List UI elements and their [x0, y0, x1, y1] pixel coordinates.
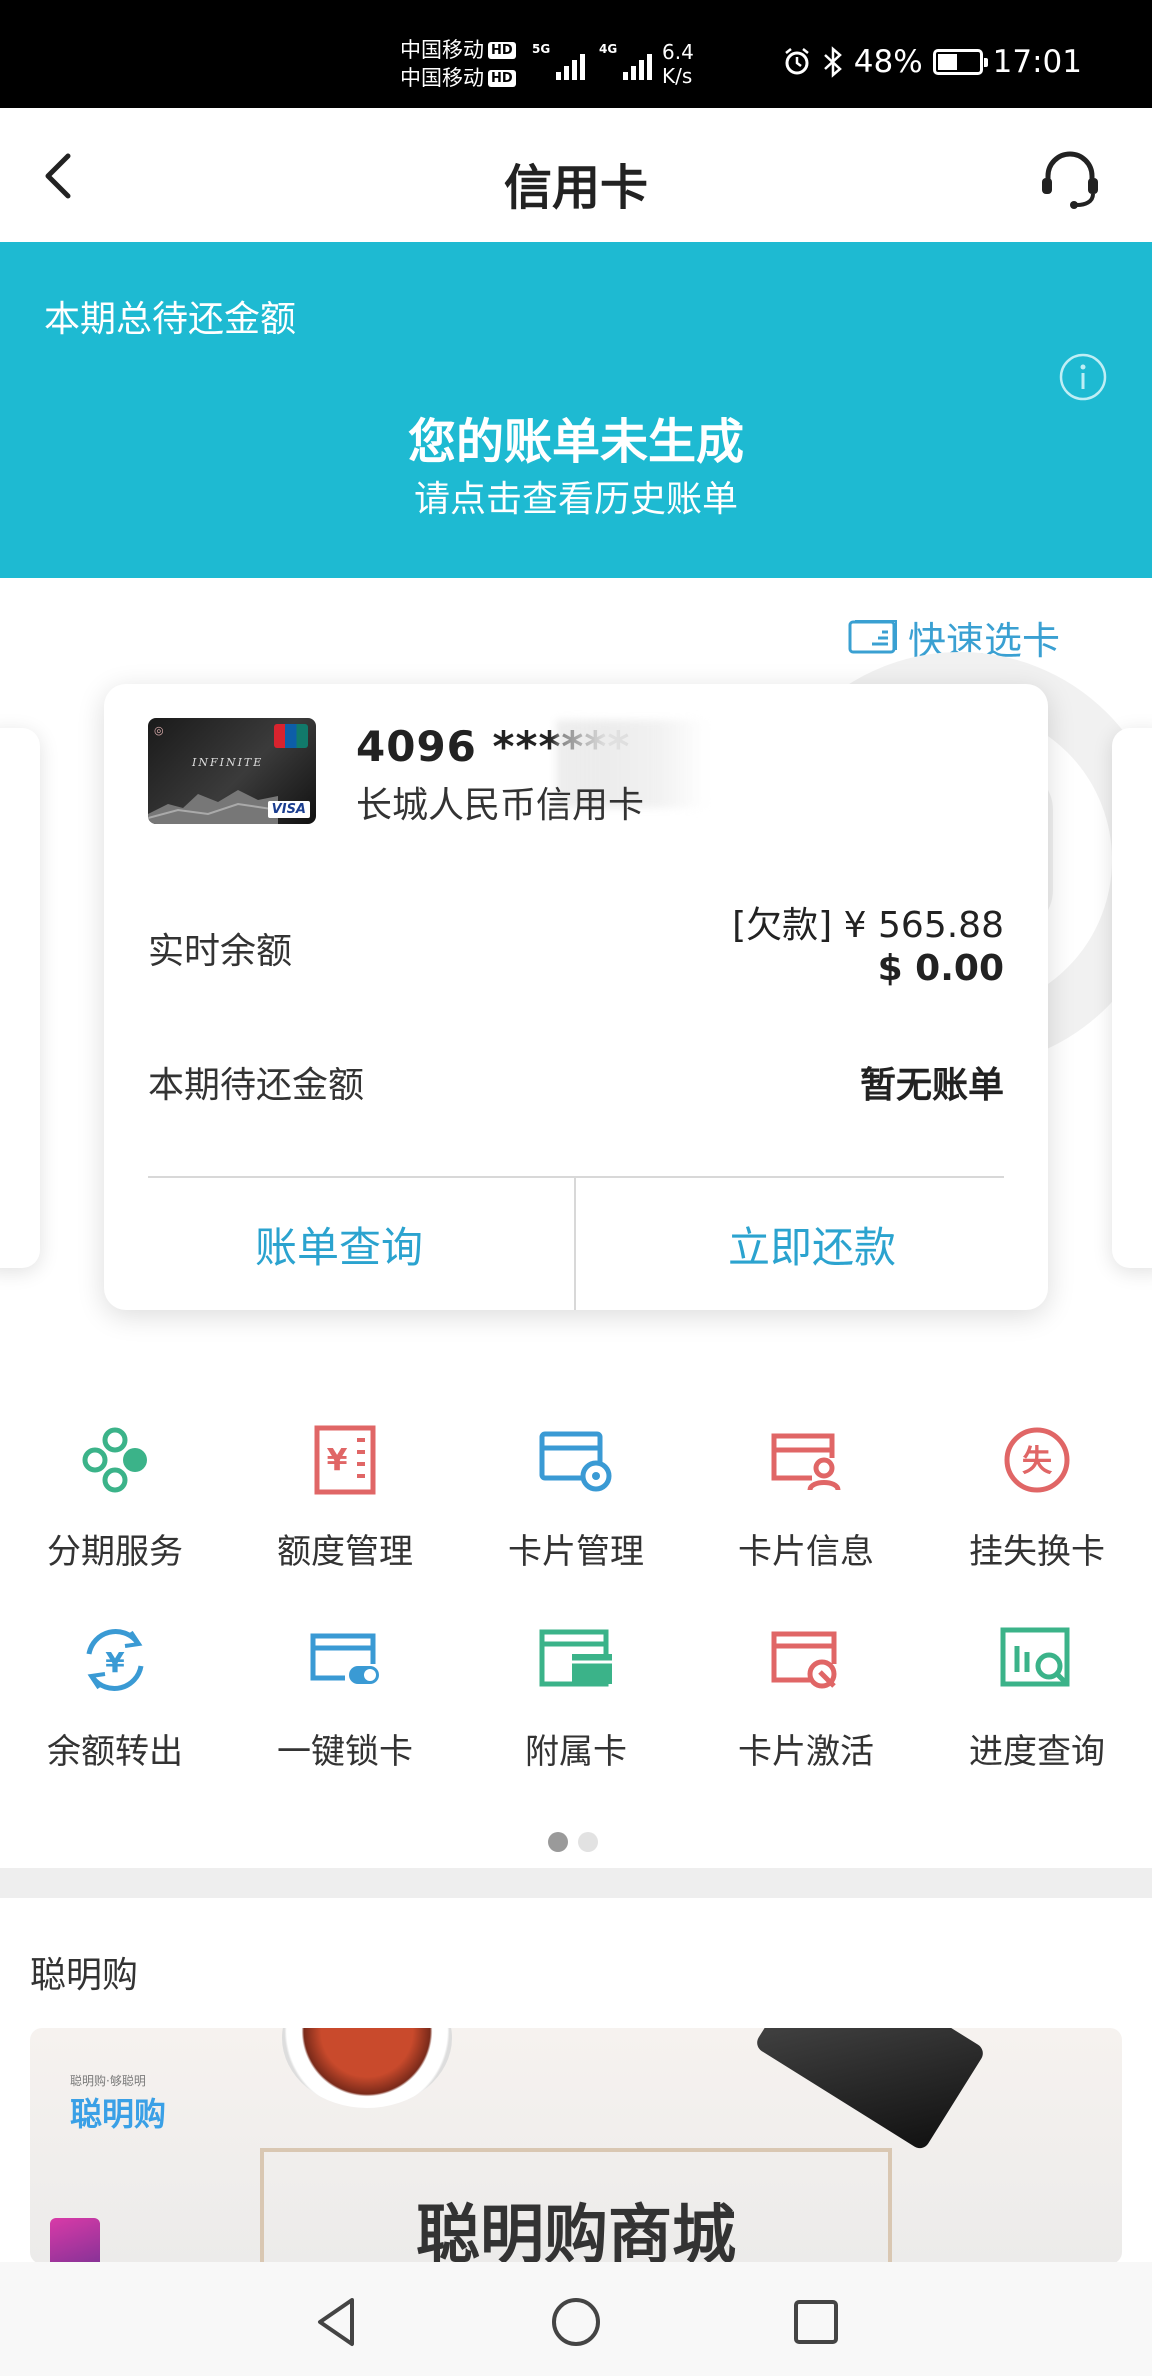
clock: 17:01: [992, 44, 1082, 80]
crawfish-bowl-image: [282, 2028, 452, 2108]
service-card-activation[interactable]: 卡片激活: [691, 1620, 921, 1810]
hd-badge: HD: [488, 41, 516, 59]
card-user-icon: [771, 1433, 841, 1491]
card-tier-text: INFINITE: [192, 756, 264, 769]
bill-status-title: 您的账单未生成: [407, 414, 744, 470]
lost-card-icon: 失: [1004, 1427, 1070, 1493]
svg-text:¥: ¥: [327, 1443, 348, 1478]
promo-logo-tagline: 聪明购·够聪明: [70, 2074, 146, 2088]
nav-back-icon[interactable]: [308, 2292, 368, 2352]
progress-search-icon: [1000, 1627, 1070, 1687]
bank-logo-icon: ◎: [154, 724, 164, 737]
credit-card-panel[interactable]: ◎ INFINITE VISA 4096 ****** 长城人民币信用卡 实时余…: [104, 684, 1048, 1310]
page-indicator: [548, 1832, 598, 1852]
card-activate-icon: [771, 1631, 837, 1689]
status-bar: 中国移动 HD 中国移动 HD 5G 4G 6.4 K/s 48% 17:01: [0, 0, 1152, 108]
view-history-link[interactable]: 请点击查看历史账单: [0, 470, 1152, 522]
balance-label: 实时余额: [148, 931, 293, 972]
unionpay-icon: [274, 724, 308, 748]
balance-cny-value: [欠款] ¥ 565.88: [732, 905, 1004, 946]
card-lock-icon: [310, 1633, 379, 1684]
bluetooth-icon: [823, 46, 842, 78]
speed-unit: K/s: [662, 64, 693, 88]
service-label: 额度管理: [277, 1532, 413, 1572]
alarm-icon: [784, 48, 809, 75]
signal-icons: 5G 4G: [532, 40, 652, 80]
page-dot: [548, 1832, 568, 1852]
speed-value: 6.4: [662, 40, 694, 64]
bill-inquiry-button[interactable]: 账单查询: [104, 1178, 574, 1310]
great-wall-image: [148, 790, 278, 824]
previous-card-peek[interactable]: [0, 728, 40, 1268]
service-label: 卡片激活: [738, 1732, 874, 1772]
card-product-name: 长城人民币信用卡: [356, 785, 645, 826]
service-installment[interactable]: 分期服务: [0, 1420, 230, 1610]
battery-icon: [932, 49, 988, 75]
page-dot: [578, 1832, 598, 1852]
service-balance-transfer[interactable]: ¥ 余额转出: [0, 1620, 230, 1810]
service-limit[interactable]: ¥ 额度管理: [230, 1420, 460, 1610]
limit-icon: ¥: [314, 1425, 376, 1495]
service-label: 挂失换卡: [969, 1532, 1105, 1572]
service-label: 分期服务: [47, 1532, 183, 1572]
service-report-lost[interactable]: 失 挂失换卡: [922, 1420, 1152, 1610]
balance-transfer-icon: ¥: [86, 1629, 144, 1691]
nav-home-icon[interactable]: [546, 2292, 606, 2352]
service-progress-query[interactable]: 进度查询: [922, 1620, 1152, 1810]
installment-icon: [82, 1427, 147, 1493]
section-divider: [0, 1868, 1152, 1898]
svg-text:¥: ¥: [105, 1646, 125, 1679]
service-label: 一键锁卡: [277, 1732, 413, 1772]
balance-cny: [欠款] ¥ 565.88: [732, 896, 1004, 948]
network-speed: 6.4 K/s: [662, 40, 694, 88]
promo-mall-title: 聪明购商城: [416, 2199, 736, 2264]
service-label: 进度查询: [969, 1732, 1105, 1772]
balance-usd: $ 0.00: [877, 948, 1004, 989]
service-label: 余额转出: [47, 1732, 183, 1772]
service-sub-card[interactable]: 附属卡: [461, 1620, 691, 1810]
service-card-info[interactable]: 卡片信息: [691, 1420, 921, 1610]
battery-percent: 48%: [853, 44, 923, 80]
status-right: 48% 17:01: [782, 44, 1082, 80]
total-due-label: 本期总待还金额: [44, 299, 297, 340]
promo-logo-text: 聪明购: [70, 2095, 167, 2133]
svg-text:失: 失: [1022, 1444, 1053, 1479]
service-label: 附属卡: [525, 1732, 627, 1772]
card-settings-icon: [539, 1431, 612, 1492]
service-lock-card[interactable]: 一键锁卡: [230, 1620, 460, 1810]
service-label: 卡片信息: [738, 1532, 874, 1572]
customer-service-icon[interactable]: [1036, 144, 1104, 212]
next-card-peek[interactable]: [1112, 728, 1152, 1268]
visa-logo: VISA: [267, 801, 310, 818]
repay-now-button[interactable]: 立即还款: [576, 1178, 1048, 1310]
phone-image: [753, 2028, 987, 2152]
hd-badge: HD: [488, 69, 516, 87]
info-icon[interactable]: [1058, 352, 1108, 402]
carrier-2-label: 中国移动: [400, 66, 484, 90]
service-card-management[interactable]: 卡片管理: [461, 1420, 691, 1610]
carrier-info: 中国移动 HD 中国移动 HD: [400, 36, 516, 92]
promo-banner[interactable]: 聪明购·够聪明 聪明购 聪明购商城: [30, 2028, 1122, 2264]
sub-card-icon: [539, 1629, 612, 1687]
system-nav-bar: [0, 2262, 1152, 2376]
signal-4g-icon: 4G: [599, 40, 652, 80]
signal-5g-icon: 5G: [532, 40, 585, 80]
service-label: 卡片管理: [508, 1532, 644, 1572]
due-label: 本期待还金额: [148, 1065, 365, 1106]
bill-summary-banner[interactable]: 本期总待还金额 您的账单未生成 请点击查看历史账单: [0, 242, 1152, 578]
carrier-1-label: 中国移动: [400, 38, 484, 62]
app-header: 信用卡: [0, 108, 1152, 242]
card-image: ◎ INFINITE VISA: [148, 718, 316, 824]
nav-recents-icon[interactable]: [786, 2292, 846, 2352]
promo-section-title: 聪明购: [30, 1955, 139, 1996]
due-value: 暂无账单: [859, 1065, 1004, 1106]
page-title: 信用卡: [503, 160, 648, 216]
promo-logo: 聪明购·够聪明 聪明购: [70, 2072, 166, 2135]
